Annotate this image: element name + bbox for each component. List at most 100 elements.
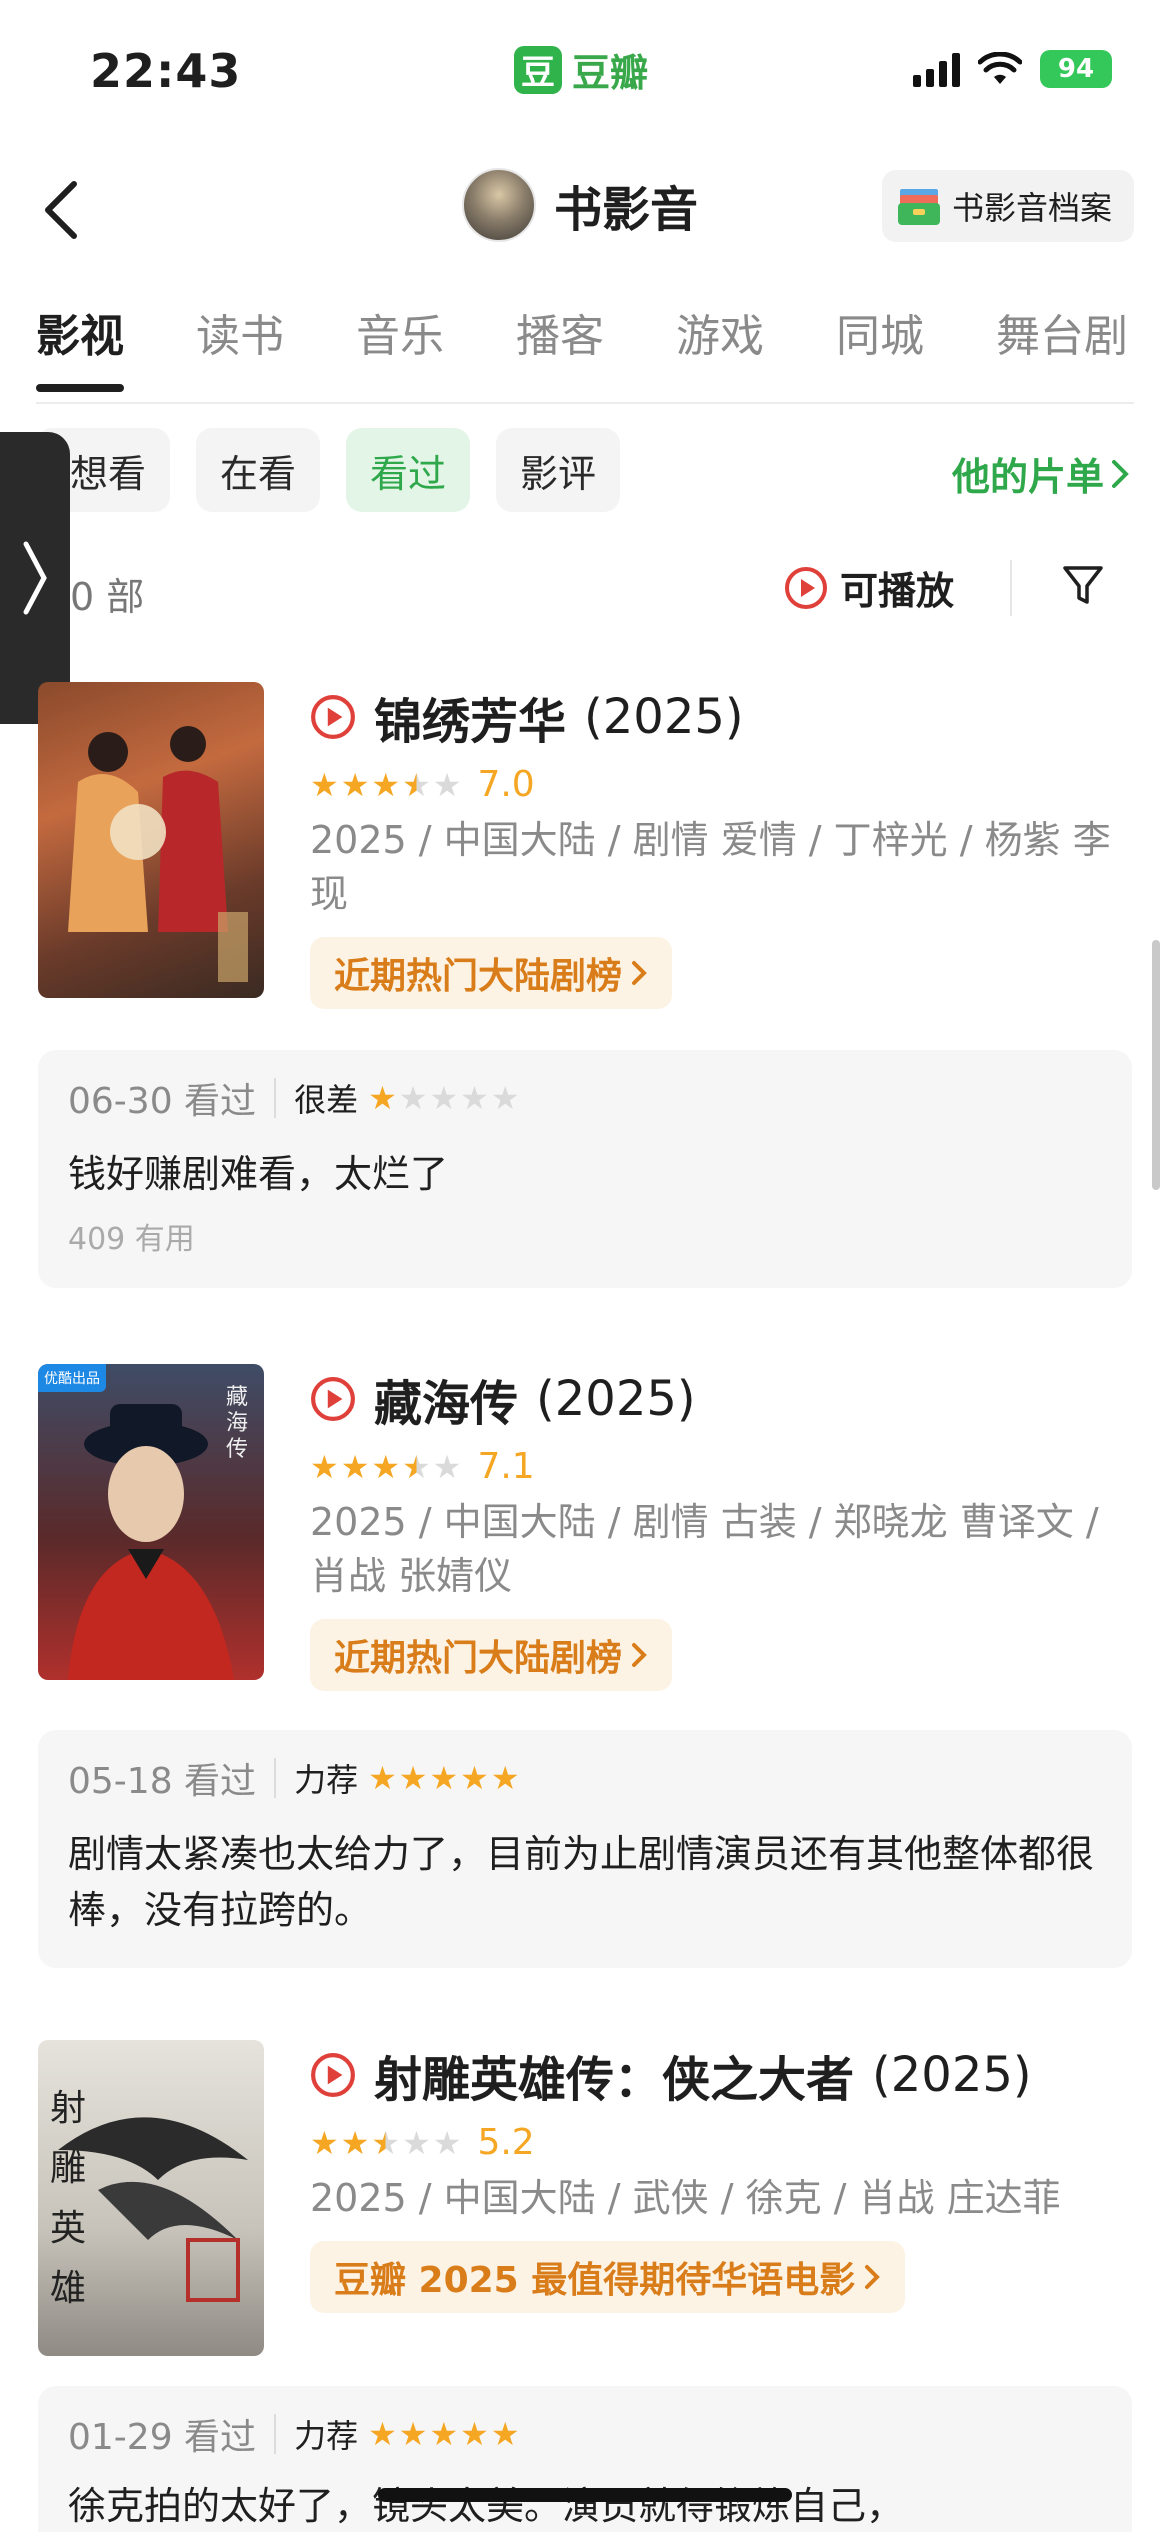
back-arrow-icon[interactable] <box>34 170 94 250</box>
star-icon: ★ <box>429 1759 459 1797</box>
review-stars: ★ ★ ★ ★ ★ <box>368 1082 519 1114</box>
useful-count[interactable]: 409 有用 <box>68 1214 1102 1258</box>
star-icon: ★ <box>432 1447 462 1486</box>
rating-stars: ★ ★ ★ ★ ★ <box>310 2127 461 2159</box>
filter-funnel-icon[interactable] <box>1060 562 1106 608</box>
poster-image[interactable]: 射 雕 英 雄 <box>38 2040 264 2356</box>
review-verdict: 力荐 <box>294 2417 359 2455</box>
system-icons: 94 <box>913 50 1112 88</box>
home-indicator[interactable] <box>378 2488 792 2502</box>
review-verdict: 很差 <box>294 1081 359 1119</box>
item-year: (2025) <box>536 1371 696 1427</box>
app-name: 豆瓣 <box>572 51 649 95</box>
archive-button[interactable]: 书影音档案 <box>881 170 1134 242</box>
star-icon: ★ <box>460 1079 489 1117</box>
side-drawer-handle[interactable] <box>0 432 70 724</box>
tab-movies[interactable]: 影视 <box>36 300 124 392</box>
star-icon: ★ <box>310 765 339 804</box>
rating-score: 7.0 <box>477 764 535 805</box>
star-icon: ★ <box>398 1759 428 1797</box>
review-text: 徐克拍的太好了，镜头太美。演员就得锻炼自己， <box>68 2484 905 2528</box>
divider <box>274 1758 277 1798</box>
review-card[interactable]: 01-29 看过 力荐 ★ ★ ★ ★ ★ 徐克拍的太好了，镜头太美。演员就得锻炼自己， <box>38 2386 1132 2532</box>
star-icon: ★ <box>368 1759 397 1797</box>
filter-watched[interactable]: 看过 <box>346 428 471 512</box>
filter-reviews[interactable]: 影评 <box>496 428 621 512</box>
poster-image[interactable] <box>38 682 264 998</box>
nav-title-group: 书影音 <box>462 168 698 242</box>
tab-games[interactable]: 游戏 <box>676 300 764 392</box>
item-title[interactable]: 藏海传 <box>374 1364 518 1434</box>
scrollbar[interactable] <box>1152 940 1160 1190</box>
cellular-signal-icon <box>913 51 960 87</box>
rating-row: ★ ★ ★ ★ ★ 7.1 <box>310 1446 1130 1487</box>
item-count: 0 部 <box>70 575 145 619</box>
star-icon: ★ <box>429 1079 459 1117</box>
rank-label: 近期热门大陆剧榜 <box>334 1638 623 1679</box>
review-date: 01-29 看过 <box>68 2417 257 2458</box>
svg-text:藏: 藏 <box>226 1385 248 1410</box>
divider <box>1010 560 1012 616</box>
tab-music[interactable]: 音乐 <box>356 300 444 392</box>
review-verdict: 力荐 <box>294 1761 359 1799</box>
star-icon: ★ <box>490 1759 520 1797</box>
tab-local[interactable]: 同城 <box>836 300 924 392</box>
star-icon: ★ <box>490 2415 520 2453</box>
chevron-right-icon <box>632 961 647 985</box>
item-year: (2025) <box>584 689 744 745</box>
rating-stars: ★ ★ ★ ★ ★ <box>310 1451 461 1483</box>
review-stars: ★ ★ ★ ★ ★ <box>368 2418 519 2450</box>
review-date: 05-18 看过 <box>68 1761 257 1802</box>
item-info: 锦绣芳华 (2025) ★ ★ ★ ★ ★ 7.0 2025 / 中国大陆 / 剧情 爱… <box>310 682 1130 1009</box>
tab-stage[interactable]: 舞台剧 <box>996 300 1128 392</box>
item-meta: 2025 / 中国大陆 / 武侠 / 徐克 / 肖战 庄达菲 <box>310 2176 1061 2220</box>
playable-toggle[interactable]: 可播放 <box>784 560 954 615</box>
star-half-icon: ★ <box>371 2123 401 2162</box>
filter-watching[interactable]: 在看 <box>196 428 321 512</box>
rating-score: 5.2 <box>477 2122 535 2163</box>
star-icon: ★ <box>429 2415 459 2453</box>
avatar[interactable] <box>462 168 536 242</box>
play-circle-icon[interactable] <box>310 1376 356 1422</box>
divider <box>274 1078 277 1118</box>
svg-text:传: 传 <box>226 1437 248 1462</box>
svg-text:雄: 雄 <box>50 2268 86 2309</box>
chevron-right-icon <box>632 1643 647 1667</box>
play-circle-icon[interactable] <box>310 2052 356 2098</box>
tab-podcast[interactable]: 播客 <box>516 300 604 392</box>
svg-text:雕: 雕 <box>50 2148 86 2189</box>
play-circle-icon[interactable] <box>310 694 356 740</box>
star-icon: ★ <box>340 2123 370 2162</box>
item-title[interactable]: 锦绣芳华 <box>374 682 566 752</box>
review-text: 剧情太紧凑也太给力了，目前为止剧情演员还有其他整体都很棒，没有拉跨的。 <box>68 1832 1095 1932</box>
star-icon: ★ <box>368 1079 397 1117</box>
rating-stars: ★ ★ ★ ★ ★ <box>310 769 461 801</box>
item-meta: 2025 / 中国大陆 / 剧情 爱情 / 丁梓光 / 杨紫 李现 <box>310 818 1111 916</box>
playlist-link[interactable]: 他的片单 <box>952 446 1130 501</box>
rank-chip[interactable]: 豆瓣 2025 最值得期待华语电影 <box>310 2241 906 2313</box>
review-card[interactable]: 06-30 看过 很差 ★ ★ ★ ★ ★ 钱好赚剧难看，太烂了 409 有用 <box>38 1050 1132 1288</box>
page-title: 书影音 <box>554 182 699 238</box>
rating-row: ★ ★ ★ ★ ★ 7.0 <box>310 764 1130 805</box>
status-bar: 22:43 豆 豆瓣 94 <box>0 0 1170 150</box>
tab-books[interactable]: 读书 <box>196 300 284 392</box>
poster-eagle: 射 雕 英 雄 <box>50 2088 248 2309</box>
rank-chip[interactable]: 近期热门大陆剧榜 <box>310 937 673 1009</box>
wifi-icon <box>978 52 1022 84</box>
item-meta: 2025 / 中国大陆 / 剧情 古装 / 郑晓龙 曹译文 / 肖战 张婧仪 <box>310 1500 1099 1598</box>
poster-figures <box>68 726 248 982</box>
star-icon: ★ <box>371 765 401 804</box>
item-info: 藏海传 (2025) ★ ★ ★ ★ ★ 7.1 2025 / 中国大陆 / 剧情 古装… <box>310 1364 1130 1691</box>
star-icon: ★ <box>432 2123 462 2162</box>
poster-image[interactable]: 优酷出品 藏 海 传 <box>38 1364 264 1680</box>
review-text: 钱好赚剧难看，太烂了 <box>68 1152 449 1196</box>
rank-chip[interactable]: 近期热门大陆剧榜 <box>310 1619 673 1691</box>
review-card[interactable]: 05-18 看过 力荐 ★ ★ ★ ★ ★ 剧情太紧凑也太给力了，目前为止剧情演员还有其… <box>38 1730 1132 1968</box>
star-icon: ★ <box>310 2123 339 2162</box>
chevron-right-icon <box>1112 459 1129 488</box>
item-title[interactable]: 射雕英雄传：侠之大者 <box>374 2040 854 2110</box>
rank-label: 近期热门大陆剧榜 <box>334 956 623 997</box>
star-icon: ★ <box>398 2415 428 2453</box>
star-icon: ★ <box>310 1447 339 1486</box>
playlist-link-label: 他的片单 <box>951 455 1104 499</box>
